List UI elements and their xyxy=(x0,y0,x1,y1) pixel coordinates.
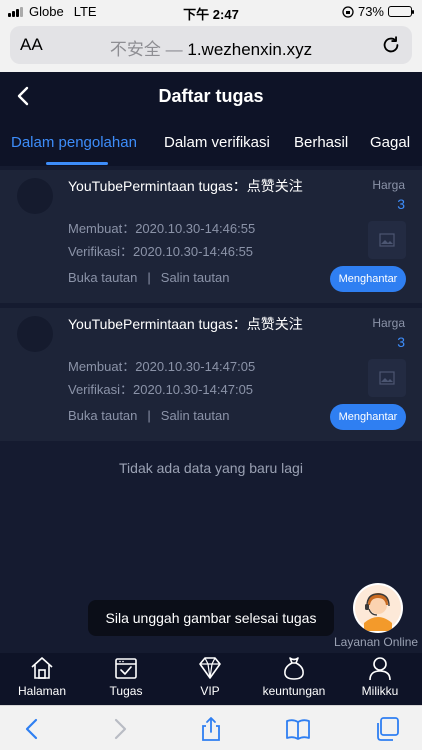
tabs-icon[interactable] xyxy=(374,716,400,742)
url-display[interactable]: 不安全 — 1.wezhenxin.xyz xyxy=(10,35,412,60)
orientation-lock-icon xyxy=(342,5,354,18)
submit-button[interactable]: Menghantar xyxy=(330,404,406,430)
nav-home-label: Halaman xyxy=(17,684,67,698)
created-time: 2020.10.30-14:46:55 xyxy=(135,221,256,236)
tasks-icon xyxy=(115,658,137,679)
diamond-icon xyxy=(199,657,221,679)
open-link[interactable]: Buka tautan xyxy=(68,270,137,285)
image-placeholder-icon xyxy=(379,233,395,247)
image-placeholder-icon xyxy=(379,371,395,385)
verified-label: Verifikasi： xyxy=(68,244,134,259)
support-label: Layanan Online xyxy=(334,635,419,649)
active-tab-indicator xyxy=(46,162,108,165)
browser-forward-icon[interactable] xyxy=(106,716,132,742)
user-icon xyxy=(369,657,391,681)
nav-vip[interactable]: VIP xyxy=(170,655,250,698)
money-bag-icon xyxy=(284,657,304,680)
link-separator: | xyxy=(147,408,151,423)
tab-in-progress[interactable]: Dalam pengolahan xyxy=(11,134,137,151)
domain-label: 1.wezhenxin.xyz xyxy=(187,40,313,59)
verified-row: Verifikasi：2020.10.30-14:46:55 xyxy=(68,241,253,260)
nav-tasks-label: Tugas xyxy=(109,684,143,698)
created-label: Membuat： xyxy=(68,359,136,374)
price-value: 3 xyxy=(397,334,405,350)
task-card: YouTubePermintaan tugas：点赞关注 Membuat：202… xyxy=(0,170,422,303)
created-time: 2020.10.30-14:47:05 xyxy=(135,359,256,374)
task-avatar xyxy=(17,178,53,214)
insecure-label: 不安全 — xyxy=(109,40,183,59)
task-list: YouTubePermintaan tugas：点赞关注 Membuat：202… xyxy=(0,170,422,446)
copy-link[interactable]: Salin tautan xyxy=(161,408,230,423)
app-header: Daftar tugas xyxy=(0,72,422,120)
task-title: YouTubePermintaan tugas：点赞关注 xyxy=(68,316,303,332)
link-separator: | xyxy=(147,270,151,285)
task-card: YouTubePermintaan tugas：点赞关注 Membuat：202… xyxy=(0,308,422,441)
nav-earnings-label: keuntungan xyxy=(262,684,326,698)
upload-image-thumbnail[interactable] xyxy=(368,221,406,259)
verified-label: Verifikasi： xyxy=(68,382,134,397)
price-label: Harga xyxy=(372,178,405,192)
nav-profile[interactable]: Milikku xyxy=(340,655,420,698)
price-value: 3 xyxy=(397,196,405,212)
tab-failed[interactable]: Gagal xyxy=(370,134,410,151)
share-icon[interactable] xyxy=(198,716,224,742)
customer-support-button[interactable] xyxy=(353,583,403,633)
empty-list-message: Tidak ada data yang baru lagi xyxy=(119,460,303,476)
copy-link[interactable]: Salin tautan xyxy=(161,270,230,285)
open-link[interactable]: Buka tautan xyxy=(68,408,137,423)
bottom-navigation: Halaman Tugas VIP keuntungan Milikku xyxy=(0,653,422,705)
toast-message: Sila unggah gambar selesai tugas xyxy=(88,600,334,636)
nav-home[interactable]: Halaman xyxy=(2,655,82,698)
tab-in-verification[interactable]: Dalam verifikasi xyxy=(164,134,270,151)
battery-icon xyxy=(388,6,414,17)
submit-button[interactable]: Menghantar xyxy=(330,266,406,292)
created-row: Membuat：2020.10.30-14:46:55 xyxy=(68,218,255,237)
nav-vip-label: VIP xyxy=(200,684,220,698)
task-links: Buka tautan | Salin tautan xyxy=(68,408,229,423)
status-bar: Globe LTE 下午 2:47 73% xyxy=(0,0,422,22)
task-avatar xyxy=(17,316,53,352)
browser-toolbar xyxy=(0,705,422,750)
tab-successful[interactable]: Berhasil xyxy=(294,134,348,151)
page-title: Daftar tugas xyxy=(158,86,264,106)
browser-back-icon[interactable] xyxy=(20,716,46,742)
created-row: Membuat：2020.10.30-14:47:05 xyxy=(68,356,255,375)
status-right: 73% xyxy=(342,4,414,19)
nav-tasks[interactable]: Tugas xyxy=(86,655,166,698)
verified-row: Verifikasi：2020.10.30-14:47:05 xyxy=(68,379,253,398)
battery-percent: 73% xyxy=(357,4,384,19)
nav-earnings[interactable]: keuntungan xyxy=(254,655,334,698)
support-agent-icon xyxy=(355,585,401,631)
created-label: Membuat： xyxy=(68,221,136,236)
home-icon xyxy=(31,657,53,679)
task-links: Buka tautan | Salin tautan xyxy=(68,270,229,285)
bookmarks-icon[interactable] xyxy=(285,716,311,742)
browser-address-area: AA 不安全 — 1.wezhenxin.xyz xyxy=(0,22,422,72)
verified-time: 2020.10.30-14:47:05 xyxy=(133,382,254,397)
price-label: Harga xyxy=(372,316,405,330)
tab-bar: Dalam pengolahan Dalam verifikasi Berhas… xyxy=(0,120,422,166)
verified-time: 2020.10.30-14:46:55 xyxy=(133,244,254,259)
address-bar[interactable]: AA 不安全 — 1.wezhenxin.xyz xyxy=(10,26,412,64)
reload-icon[interactable] xyxy=(380,34,402,56)
upload-image-thumbnail[interactable] xyxy=(368,359,406,397)
nav-profile-label: Milikku xyxy=(361,684,399,698)
task-title: YouTubePermintaan tugas：点赞关注 xyxy=(68,178,303,194)
